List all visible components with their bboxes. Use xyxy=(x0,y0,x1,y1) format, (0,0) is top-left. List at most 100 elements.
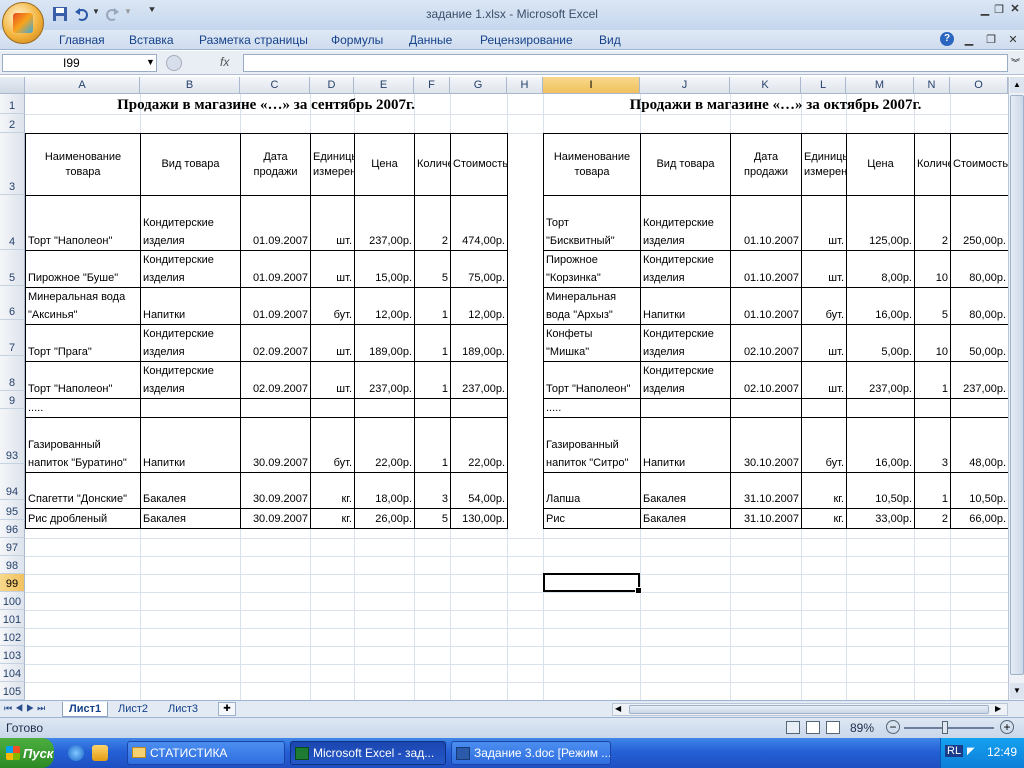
table-cell[interactable]: 1 xyxy=(414,324,451,362)
table-cell[interactable]: 50,00р. xyxy=(950,324,1008,362)
table-cell[interactable]: 01.09.2007 xyxy=(240,250,311,288)
table-cell[interactable]: 30.09.2007 xyxy=(240,417,311,473)
table-cell[interactable]: 16,00р. xyxy=(846,417,915,473)
table-cell[interactable]: Торт "Наполеон" xyxy=(543,361,641,399)
column-header[interactable]: A xyxy=(25,77,140,94)
table-cell[interactable]: 30.09.2007 xyxy=(240,472,311,509)
formula-input[interactable] xyxy=(243,54,1008,72)
header-cell[interactable]: Вид товара xyxy=(140,133,241,196)
table-cell[interactable]: Кондитерские изделия xyxy=(140,250,241,288)
row-header[interactable]: 98 xyxy=(0,556,25,574)
table-cell[interactable] xyxy=(450,398,508,418)
scroll-down-icon[interactable]: ▼ xyxy=(1010,683,1024,699)
table-cell[interactable]: 2 xyxy=(414,195,451,251)
zoom-slider[interactable] xyxy=(904,727,994,729)
column-header[interactable]: G xyxy=(450,77,507,94)
table-cell[interactable]: 30.09.2007 xyxy=(240,508,311,529)
table-cell[interactable]: 02.10.2007 xyxy=(730,324,802,362)
table-cell[interactable]: Напитки xyxy=(140,417,241,473)
header-cell[interactable]: Единицы измерения xyxy=(310,133,355,196)
table-cell[interactable] xyxy=(846,398,915,418)
table-cell[interactable]: 237,00р. xyxy=(450,361,508,399)
table-cell[interactable]: Рис xyxy=(543,508,641,529)
header-cell[interactable]: Единицы измерения xyxy=(801,133,847,196)
minimize-icon[interactable]: ▁ xyxy=(978,4,992,16)
header-cell[interactable]: Дата продажи xyxy=(240,133,311,196)
column-header[interactable]: O xyxy=(950,77,1008,94)
quick-launch-icon[interactable] xyxy=(92,745,108,761)
scroll-up-icon[interactable]: ▲ xyxy=(1010,77,1024,93)
table-cell[interactable]: Минеральная вода "Архыз" xyxy=(543,287,641,325)
table-cell[interactable]: 01.09.2007 xyxy=(240,287,311,325)
sheet-tab-3[interactable]: Лист3 xyxy=(162,702,204,717)
table-cell[interactable]: 30.10.2007 xyxy=(730,417,802,473)
row-header[interactable]: 101 xyxy=(0,610,25,628)
table-cell[interactable]: 31.10.2007 xyxy=(730,508,802,529)
row-header[interactable]: 3 xyxy=(0,133,25,195)
table-cell[interactable]: 12,00р. xyxy=(354,287,415,325)
workbook-minimize-icon[interactable]: ▁ xyxy=(962,34,976,46)
table-cell[interactable] xyxy=(310,398,355,418)
table-cell[interactable]: Напитки xyxy=(640,417,731,473)
table-cell[interactable]: Кондитерские изделия xyxy=(140,324,241,362)
table-cell[interactable]: шт. xyxy=(310,250,355,288)
table-cell[interactable]: 189,00р. xyxy=(450,324,508,362)
name-box[interactable]: I99 xyxy=(2,54,157,72)
tab-review[interactable]: Рецензирование xyxy=(480,33,573,47)
row-header[interactable]: 105 xyxy=(0,682,25,700)
scroll-left-icon[interactable]: ◀ xyxy=(615,704,621,713)
customize-qat-icon[interactable]: ⯆ xyxy=(148,5,156,16)
table-cell[interactable]: 12,00р. xyxy=(450,287,508,325)
horizontal-scroll-thumb[interactable] xyxy=(629,705,989,714)
table-cell[interactable]: 33,00р. xyxy=(846,508,915,529)
undo-icon[interactable] xyxy=(74,6,90,22)
table-cell[interactable]: 237,00р. xyxy=(354,195,415,251)
table-cell[interactable]: Бакалея xyxy=(140,508,241,529)
table-cell[interactable]: кг. xyxy=(801,508,847,529)
row-header[interactable]: 6 xyxy=(0,286,25,320)
normal-view-icon[interactable] xyxy=(786,721,800,734)
redo-icon[interactable] xyxy=(104,6,120,22)
header-cell[interactable]: Количество xyxy=(914,133,951,196)
header-cell[interactable]: Вид товара xyxy=(640,133,731,196)
table-cell[interactable] xyxy=(730,398,802,418)
save-icon[interactable] xyxy=(52,6,68,22)
table-cell[interactable]: Торт "Прага" xyxy=(25,324,141,362)
expand-formula-icon[interactable] xyxy=(166,55,182,71)
table-cell[interactable]: шт. xyxy=(801,324,847,362)
table-cell[interactable] xyxy=(950,398,1008,418)
column-header[interactable]: E xyxy=(354,77,414,94)
table-cell[interactable]: 66,00р. xyxy=(950,508,1008,529)
table-cell[interactable]: 474,00р. xyxy=(450,195,508,251)
table-cell[interactable]: 130,00р. xyxy=(450,508,508,529)
row-header[interactable]: 95 xyxy=(0,500,25,520)
start-button[interactable]: Пуск xyxy=(0,738,54,768)
page-break-view-icon[interactable] xyxy=(826,721,840,734)
workbook-restore-icon[interactable]: ❐ xyxy=(984,34,998,46)
table-cell[interactable]: 1 xyxy=(914,361,951,399)
sheet-tab-2[interactable]: Лист2 xyxy=(112,702,154,717)
row-header[interactable]: 2 xyxy=(0,114,25,133)
table-cell[interactable]: Кондитерские изделия xyxy=(140,195,241,251)
table-cell[interactable] xyxy=(914,398,951,418)
help-icon[interactable]: ? xyxy=(940,32,954,46)
table-cell[interactable]: 02.09.2007 xyxy=(240,361,311,399)
tab-formulas[interactable]: Формулы xyxy=(331,33,383,47)
table-cell[interactable]: Кондитерские изделия xyxy=(640,250,731,288)
table-cell[interactable]: 250,00р. xyxy=(950,195,1008,251)
table-cell[interactable]: 22,00р. xyxy=(450,417,508,473)
table-cell[interactable]: 2 xyxy=(914,508,951,529)
table-cell[interactable]: Лапша xyxy=(543,472,641,509)
table-cell[interactable]: Пирожное "Корзинка" xyxy=(543,250,641,288)
table-cell[interactable]: 3 xyxy=(414,472,451,509)
table-cell[interactable]: 1 xyxy=(914,472,951,509)
table-cell[interactable]: 26,00р. xyxy=(354,508,415,529)
table-cell[interactable]: 01.10.2007 xyxy=(730,287,802,325)
table-cell[interactable] xyxy=(801,398,847,418)
row-header[interactable]: 9 xyxy=(0,391,25,409)
column-header[interactable]: K xyxy=(730,77,801,94)
row-header[interactable]: 102 xyxy=(0,628,25,646)
header-cell[interactable]: Цена xyxy=(846,133,915,196)
zoom-in-icon[interactable]: + xyxy=(1000,720,1014,734)
table-cell[interactable]: 54,00р. xyxy=(450,472,508,509)
